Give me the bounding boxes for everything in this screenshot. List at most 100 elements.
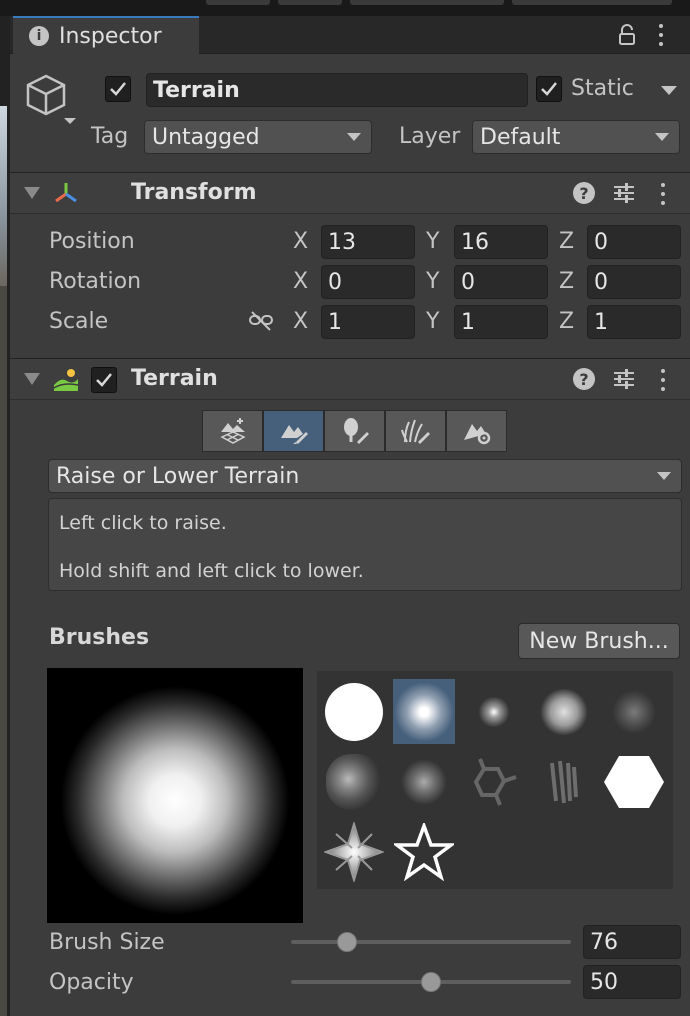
brush-cells[interactable] [463,749,525,814]
x-label: X [293,269,309,294]
terrain-component-icon [53,369,79,391]
opacity-field[interactable]: 50 [583,965,681,999]
tag-dropdown[interactable]: Untagged [144,120,372,154]
static-checkbox[interactable] [536,76,562,102]
foldout-arrow-icon[interactable] [24,187,40,199]
terrain-mode-value: Raise or Lower Terrain [56,463,300,489]
rotation-y-field[interactable]: 0 [454,265,548,299]
terrain-help-box: Left click to raise. Hold shift and left… [48,498,682,591]
presets-icon[interactable] [612,182,636,204]
brush-hexagon[interactable] [603,749,665,814]
x-label: X [293,309,309,334]
tab-menu-icon[interactable] [658,24,664,46]
static-dropdown-icon[interactable] [661,86,677,95]
brush-noise-splatter[interactable] [323,749,385,814]
inspector-tab-bar: i Inspector [10,16,690,54]
paint-details-button[interactable] [385,410,446,452]
terrain-settings-button[interactable] [446,410,507,452]
z-label: Z [559,269,575,294]
terrain-enabled-checkbox[interactable] [91,367,117,393]
lock-icon[interactable] [618,24,636,46]
position-y-field[interactable]: 16 [454,225,548,259]
opacity-slider-handle[interactable] [421,972,441,992]
scene-view-edge [0,16,10,1016]
transform-icon [55,183,77,203]
brush-size-label: Brush Size [49,930,165,955]
terrain-settings-icon [463,424,490,445]
z-label: Z [559,309,575,334]
y-label: Y [426,309,440,334]
brush-hard-circle[interactable] [323,679,385,744]
brush-star-soft[interactable] [323,819,385,884]
gameobject-cube-icon[interactable] [24,72,80,128]
scale-z-field[interactable]: 1 [587,305,681,339]
brush-size-slider-track[interactable] [291,940,571,944]
foldout-arrow-icon[interactable] [24,373,40,385]
transform-header[interactable]: Transform ? [10,172,690,214]
create-neighbor-terrains-button[interactable] [202,410,263,452]
brush-noise-dark[interactable] [603,679,665,744]
tag-label: Tag [91,124,129,149]
create-neighbor-terrains-icon [219,418,246,444]
inspector-tab-label: Inspector [59,23,162,49]
editor-top-strip [0,0,690,16]
inspector-panel: Terrain Static Tag Untagged Layer Defaul… [10,54,690,1016]
layer-dropdown[interactable]: Default [472,120,680,154]
help-text-raise: Left click to raise. [59,512,227,534]
rotation-label: Rotation [49,269,142,294]
paint-trees-button[interactable] [324,410,385,452]
scale-x-field[interactable]: 1 [321,305,415,339]
help-text-lower: Hold shift and left click to lower. [59,560,364,582]
active-checkbox[interactable] [105,76,131,102]
y-label: Y [426,269,440,294]
new-brush-button[interactable]: New Brush... [518,623,680,659]
terrain-header[interactable]: Terrain ? [10,358,690,400]
component-menu-icon[interactable] [660,369,666,391]
checkmark-icon [96,373,112,387]
help-icon[interactable]: ? [573,182,595,204]
position-x-field[interactable]: 13 [321,225,415,259]
brush-soft-circle[interactable] [393,679,455,744]
paint-terrain-icon [280,425,308,444]
brush-noise-small[interactable] [393,749,455,814]
rotation-z-field[interactable]: 0 [587,265,681,299]
position-z-field[interactable]: 0 [587,225,681,259]
brush-size-slider-handle[interactable] [337,932,357,952]
checkmark-icon [110,82,126,96]
paint-details-icon [400,419,430,444]
transform-title: Transform [131,180,257,205]
chevron-down-icon [657,472,671,480]
brush-cloud[interactable] [533,679,595,744]
object-name-field[interactable]: Terrain [146,73,528,107]
presets-icon[interactable] [612,368,636,390]
brush-size-field[interactable]: 76 [583,925,681,959]
paint-terrain-button[interactable] [263,410,324,452]
help-icon[interactable]: ? [573,368,595,390]
brushes-label: Brushes [49,625,150,650]
terrain-mode-dropdown[interactable]: Raise or Lower Terrain [48,459,682,493]
inspector-tab[interactable]: i Inspector [13,16,199,54]
chevron-down-icon [655,133,669,141]
x-label: X [293,229,309,254]
brush-small-soft[interactable] [463,679,525,744]
scale-y-field[interactable]: 1 [454,305,548,339]
terrain-title: Terrain [131,366,218,391]
scale-label: Scale [49,309,109,334]
info-icon: i [29,26,49,46]
brush-preview [47,668,303,923]
opacity-label: Opacity [49,970,134,995]
layer-label: Layer [399,124,461,149]
chevron-down-icon [347,133,361,141]
brush-streaks[interactable] [533,749,595,814]
component-menu-icon[interactable] [660,183,666,205]
tag-value: Untagged [152,124,260,150]
y-label: Y [426,229,440,254]
paint-trees-icon [343,418,369,444]
checkmark-icon [541,82,557,96]
rotation-x-field[interactable]: 0 [321,265,415,299]
position-label: Position [49,229,135,254]
brush-grid [317,671,673,889]
z-label: Z [559,229,575,254]
brush-star-outline[interactable] [393,819,455,884]
unlinked-scale-icon[interactable] [248,310,274,332]
